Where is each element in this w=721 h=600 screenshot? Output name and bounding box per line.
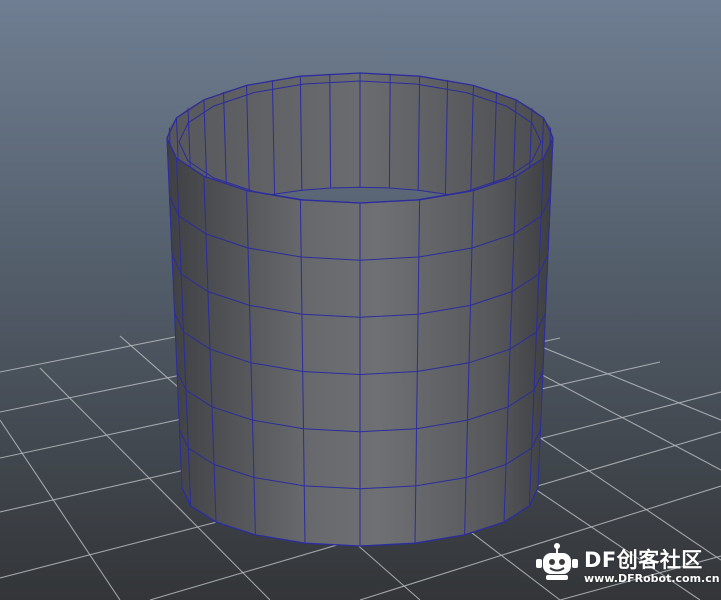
watermark-title: DF创客社区 [584,548,703,572]
robot-logo-icon [536,543,578,580]
viewport-3d[interactable]: DF创客社区 www.DFRobot.com.cn [0,0,721,600]
scene-canvas[interactable] [0,0,721,600]
watermark-url: www.DFRobot.com.cn [584,572,720,585]
dfrobot-watermark: DF创客社区 www.DFRobot.com.cn [534,540,721,600]
cylinder-mesh[interactable] [166,72,554,547]
